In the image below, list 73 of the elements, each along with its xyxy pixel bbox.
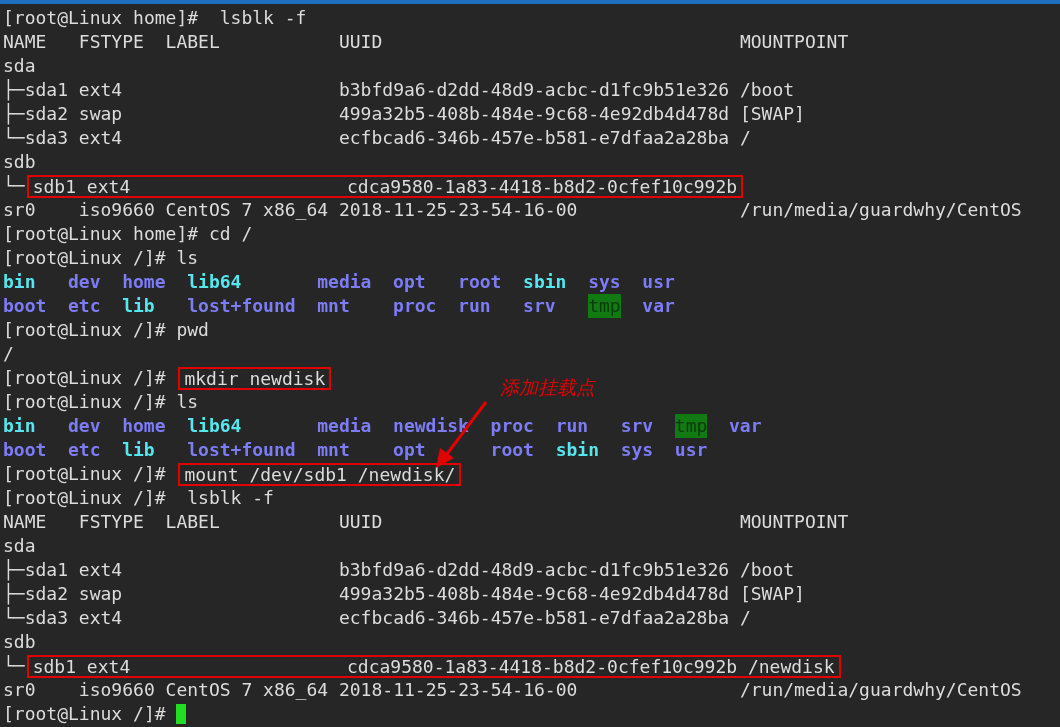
terminal-text: [root@Linux /]#: [3, 702, 167, 726]
file-name: root: [490, 438, 534, 462]
file-name: opt: [393, 270, 426, 294]
file-name: boot: [3, 438, 47, 462]
file-name: tmp: [588, 294, 621, 318]
file-name: home: [122, 270, 166, 294]
file-name: var: [729, 414, 762, 438]
file-name: var: [642, 294, 675, 318]
terminal-text: └─: [3, 654, 25, 678]
terminal-text: sdb: [3, 630, 36, 654]
terminal-text: ├─sda2 swap 499a32b5-408b-484e-9c68-4e92db4d478d [SWAP]: [3, 102, 805, 126]
terminal-text: NAME FSTYPE LABEL UUID MOUNTPOINT: [3, 30, 849, 54]
terminal-text: [root@Linux home]# cd /: [3, 222, 253, 246]
file-name: lib: [122, 438, 155, 462]
terminal-text: NAME FSTYPE LABEL UUID MOUNTPOINT: [3, 510, 849, 534]
terminal-text: [root@Linux home]# lsblk -f: [3, 6, 307, 30]
terminal-text: └─: [3, 174, 25, 198]
file-name: etc: [68, 438, 101, 462]
terminal-text: [root@Linux /]# ls: [3, 246, 199, 270]
terminal-text: [root@Linux /]# lsblk -f: [3, 486, 274, 510]
file-name: usr: [674, 438, 708, 462]
terminal-text: [root@Linux /]# ls: [3, 390, 199, 414]
file-name: media: [317, 414, 372, 438]
file-name: srv: [523, 294, 556, 318]
file-name: boot: [3, 294, 47, 318]
highlighted-text: sdb1 ext4 cdca9580-1a83-4418-b8d2-0cfef10c992b /newdisk: [26, 654, 841, 678]
terminal-text: [root@Linux /]# pwd: [3, 318, 209, 342]
terminal-text: ├─sda2 swap 499a32b5-408b-484e-9c68-4e92db4d478d [SWAP]: [3, 582, 805, 606]
terminal-text: sr0 iso9660 CentOS 7 x86_64 2018-11-25-23-54-16-00 /run/media/guardwhy/CentOS: [3, 198, 1022, 222]
file-name: opt: [393, 438, 426, 462]
file-name: lost+found: [187, 294, 296, 318]
file-name: usr: [642, 270, 675, 294]
highlighted-text: mkdir newdisk: [178, 366, 332, 390]
file-name: lib64: [187, 270, 242, 294]
file-name: sbin: [555, 438, 599, 462]
file-name: tmp: [674, 414, 708, 438]
file-name: dev: [68, 414, 101, 438]
terminal-text: sda: [3, 534, 36, 558]
terminal-text: [root@Linux /]#: [3, 366, 167, 390]
terminal-text: └─sda3 ext4 ecfbcad6-346b-457e-b581-e7dfaa2a28ba /: [3, 606, 751, 630]
terminal-text: sda: [3, 54, 36, 78]
highlighted-text: mount /dev/sdb1 /newdisk/: [178, 462, 462, 486]
file-name: sys: [588, 270, 621, 294]
file-name: home: [122, 414, 166, 438]
file-name: newdisk: [393, 414, 469, 438]
file-name: etc: [68, 294, 101, 318]
cursor: [176, 704, 187, 724]
file-name: srv: [620, 414, 654, 438]
file-name: bin: [3, 414, 36, 438]
terminal-text: ├─sda1 ext4 b3bfd9a6-d2dd-48d9-acbc-d1fc9b51e326 /boot: [3, 78, 795, 102]
file-name: root: [458, 270, 502, 294]
terminal-text: [root@Linux /]#: [3, 462, 167, 486]
file-name: media: [317, 270, 372, 294]
file-name: run: [555, 414, 589, 438]
file-name: lib64: [187, 414, 242, 438]
file-name: lib: [122, 294, 155, 318]
file-name: mnt: [317, 294, 350, 318]
highlighted-text: sdb1 ext4 cdca9580-1a83-4418-b8d2-0cfef10c992b: [26, 174, 744, 198]
terminal-text: sdb: [3, 150, 36, 174]
file-name: lost+found: [187, 438, 296, 462]
annotation-label: 添加挂载点: [500, 376, 595, 398]
terminal-text: └─sda3 ext4 ecfbcad6-346b-457e-b581-e7dfaa2a28ba /: [3, 126, 751, 150]
file-name: bin: [3, 270, 36, 294]
terminal-text: /: [3, 342, 14, 366]
terminal-text: ├─sda1 ext4 b3bfd9a6-d2dd-48d9-acbc-d1fc9b51e326 /boot: [3, 558, 795, 582]
file-name: mnt: [317, 438, 350, 462]
file-name: run: [458, 294, 491, 318]
file-name: sys: [620, 438, 654, 462]
file-name: sbin: [523, 270, 567, 294]
file-name: proc: [490, 414, 534, 438]
file-name: dev: [68, 270, 101, 294]
terminal-text: sr0 iso9660 CentOS 7 x86_64 2018-11-25-23-54-16-00 /run/media/guardwhy/CentOS: [3, 678, 1022, 702]
file-name: proc: [393, 294, 437, 318]
